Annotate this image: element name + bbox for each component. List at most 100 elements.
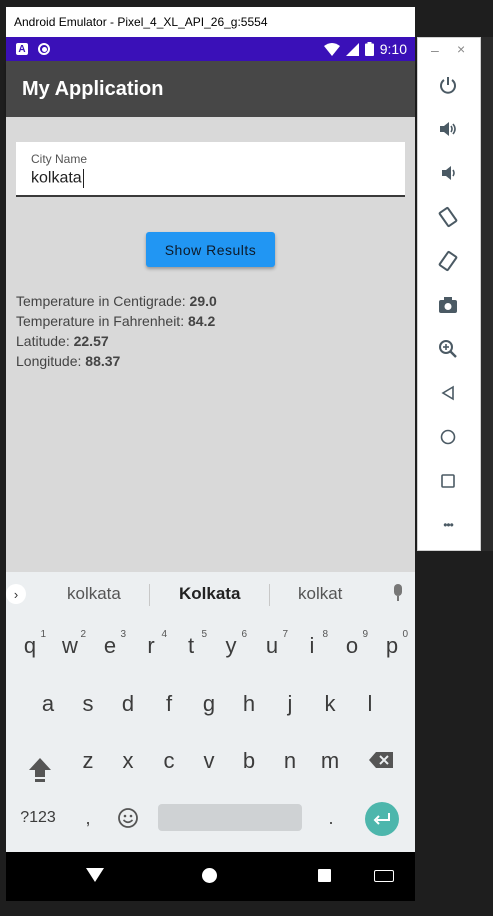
key-j[interactable]: j: [272, 682, 308, 726]
temp-c-label: Temperature in Centigrade:: [16, 293, 190, 309]
rotate-left-icon[interactable]: [437, 206, 459, 228]
key-e[interactable]: e3: [92, 624, 128, 668]
city-name-value: kolkata: [31, 169, 82, 187]
recents-icon[interactable]: [318, 869, 331, 882]
close-button[interactable]: ×: [457, 41, 465, 57]
shift-icon: [29, 758, 51, 782]
longitude-value: 88.37: [85, 353, 121, 369]
longitude-row: Longitude: 88.37: [16, 351, 217, 371]
suggestion-divider: [269, 584, 270, 606]
suggestion-3[interactable]: kolkat: [298, 584, 342, 604]
city-name-input[interactable]: kolkata: [31, 169, 85, 188]
key-y[interactable]: y6: [213, 624, 249, 668]
home-circle-icon[interactable]: [437, 426, 459, 448]
emulator-toolbar: – × •••: [417, 37, 481, 551]
notification-record-icon: [38, 43, 50, 55]
emoji-key[interactable]: [110, 796, 146, 840]
key-w[interactable]: w2: [52, 624, 88, 668]
latitude-row: Latitude: 22.57: [16, 331, 217, 351]
key-number-hint: 9: [362, 629, 368, 640]
key-k[interactable]: k: [312, 682, 348, 726]
main-content: City Name kolkata Show Results Temperatu…: [6, 117, 415, 572]
key-number-hint: 2: [80, 629, 86, 640]
signal-icon: [345, 42, 359, 56]
notification-a-icon: A: [16, 43, 28, 55]
longitude-label: Longitude:: [16, 353, 86, 369]
wifi-icon: [323, 42, 340, 56]
key-t[interactable]: t5: [173, 624, 209, 668]
chevron-right-icon[interactable]: ›: [6, 584, 26, 604]
volume-up-icon[interactable]: [437, 118, 459, 140]
key-r[interactable]: r4: [133, 624, 169, 668]
temp-f-row: Temperature in Fahrenheit: 84.2: [16, 311, 217, 331]
status-time: 9:10: [379, 41, 407, 57]
temp-f-value: 84.2: [187, 313, 216, 329]
key-number-hint: 4: [161, 629, 167, 640]
home-icon[interactable]: [202, 868, 217, 883]
keyboard-switch-icon[interactable]: [374, 870, 394, 882]
key-b[interactable]: b: [231, 739, 267, 783]
key-number-hint: 7: [282, 629, 288, 640]
shift-key[interactable]: [22, 748, 58, 792]
key-number-hint: 8: [322, 629, 328, 640]
overview-square-icon[interactable]: [437, 470, 459, 492]
backspace-key[interactable]: [363, 738, 399, 782]
enter-key[interactable]: [365, 802, 399, 836]
period-key[interactable]: .: [313, 796, 349, 840]
key-d[interactable]: d: [110, 682, 146, 726]
key-u[interactable]: u7: [254, 624, 290, 668]
more-options-icon[interactable]: •••: [437, 514, 459, 536]
volume-down-icon[interactable]: [437, 162, 459, 184]
city-name-field[interactable]: City Name kolkata: [16, 142, 405, 197]
key-o[interactable]: o9: [334, 624, 370, 668]
key-f[interactable]: f: [151, 682, 187, 726]
key-q[interactable]: q1: [12, 624, 48, 668]
app-title: My Application: [22, 77, 164, 100]
backspace-icon: [369, 752, 393, 768]
key-a[interactable]: a: [30, 682, 66, 726]
key-h[interactable]: h: [231, 682, 267, 726]
key-label: w: [62, 633, 78, 658]
emoji-icon: [118, 808, 138, 828]
ide-background-strip: [481, 37, 493, 551]
show-results-button[interactable]: Show Results: [146, 232, 275, 267]
emulator-title: Android Emulator - Pixel_4_XL_API_26_g:5…: [14, 15, 268, 29]
key-n[interactable]: n: [272, 739, 308, 783]
key-c[interactable]: c: [151, 739, 187, 783]
key-label: u: [265, 633, 279, 658]
key-s[interactable]: s: [70, 682, 106, 726]
key-l[interactable]: l: [352, 682, 388, 726]
back-icon[interactable]: [86, 868, 104, 882]
power-icon[interactable]: [437, 74, 459, 96]
camera-icon[interactable]: [437, 294, 459, 316]
key-label: y: [225, 633, 237, 658]
key-p[interactable]: p0: [374, 624, 410, 668]
latitude-value: 22.57: [73, 333, 109, 349]
key-x[interactable]: x: [110, 739, 146, 783]
suggestion-2[interactable]: Kolkata: [179, 584, 240, 604]
battery-icon: [364, 42, 374, 56]
comma-key[interactable]: ,: [70, 796, 106, 840]
key-i[interactable]: i8: [294, 624, 330, 668]
text-cursor: [82, 169, 85, 188]
microphone-icon[interactable]: [393, 584, 403, 602]
key-v[interactable]: v: [191, 739, 227, 783]
suggestion-1[interactable]: kolkata: [67, 584, 121, 604]
space-key[interactable]: [158, 804, 302, 831]
symbols-key[interactable]: ?123: [16, 796, 60, 840]
back-triangle-icon[interactable]: [437, 382, 459, 404]
key-g[interactable]: g: [191, 682, 227, 726]
key-label: i: [309, 633, 315, 658]
key-label: r: [147, 633, 155, 658]
key-number-hint: 3: [120, 629, 126, 640]
minimize-button[interactable]: –: [431, 42, 439, 58]
rotate-right-icon[interactable]: [437, 250, 459, 272]
status-bar: A 9:10: [6, 37, 415, 61]
zoom-icon[interactable]: [437, 338, 459, 360]
key-z[interactable]: z: [70, 739, 106, 783]
app-bar: My Application: [6, 61, 415, 117]
key-m[interactable]: m: [312, 739, 348, 783]
suggestion-divider: [149, 584, 150, 606]
key-number-hint: 6: [241, 629, 247, 640]
key-label: p: [385, 633, 399, 658]
